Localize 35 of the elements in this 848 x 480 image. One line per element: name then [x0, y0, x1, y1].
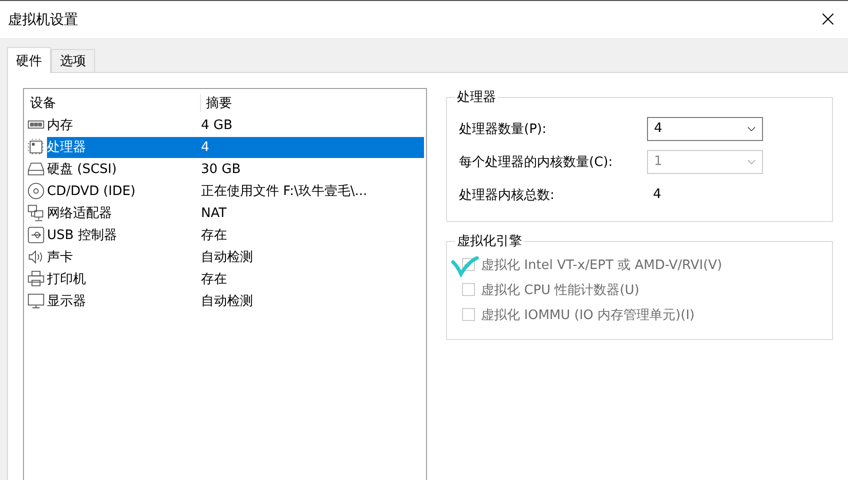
column-header[interactable]: 摘要 [201, 94, 232, 112]
usb-icon [27, 226, 45, 244]
chevron-down-icon [747, 126, 756, 132]
device-row[interactable]: 打印机 存在 [47, 268, 424, 290]
printer-icon [27, 270, 45, 288]
field-label: 每个处理器的内核数量(C): [459, 154, 614, 170]
device-row[interactable]: CD/DVD (IDE) 正在使用文件 F:\玖牛壹毛\... [47, 180, 424, 202]
device-row[interactable]: 处理器 4 [47, 136, 424, 158]
network-icon [27, 204, 45, 222]
display-icon [27, 292, 45, 310]
field-value: 4 [652, 187, 662, 202]
cd-icon [27, 182, 45, 200]
window-title: 虚拟机设置 [8, 10, 78, 28]
field-label: 处理器数量(P): [459, 120, 548, 138]
field-label: 处理器内核总数: [459, 186, 556, 204]
chevron-down-icon [747, 158, 756, 164]
tab[interactable]: 选项 [51, 49, 95, 72]
column-header[interactable]: 设备 [26, 94, 201, 112]
device-row[interactable]: USB 控制器 存在 [47, 224, 424, 246]
device-row[interactable]: 硬盘 (SCSI) 30 GB [47, 158, 424, 180]
device-row[interactable]: 内存 4 GB [47, 114, 424, 136]
device-row[interactable]: 网络适配器 NAT [47, 202, 424, 224]
close-button[interactable]: × [808, 2, 848, 36]
checkmark-drawing [451, 255, 479, 277]
device-row[interactable]: 显示器 自动检测 [47, 290, 424, 312]
cpu-icon [27, 138, 45, 156]
tab[interactable]: 硬件 [7, 47, 51, 73]
checkbox-label: 虚拟化 IOMMU (IO 内存管理单元)(I) [481, 306, 695, 324]
group-title: 处理器 [456, 89, 497, 106]
checkbox-label: 虚拟化 CPU 性能计数器(U) [481, 282, 640, 298]
sound-icon [27, 248, 45, 266]
dropdown[interactable]: 4 [647, 116, 763, 140]
checkbox-label: 虚拟化 Intel VT-x/EPT 或 AMD-V/RVI(V) [481, 256, 722, 274]
group-title: 虚拟化引擎 [456, 233, 523, 250]
device-row[interactable]: 声卡 自动检测 [47, 246, 424, 268]
